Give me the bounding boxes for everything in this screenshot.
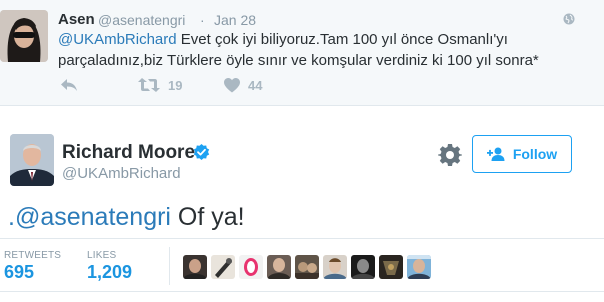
follow-button[interactable]: Follow xyxy=(472,135,572,173)
liker-avatar[interactable] xyxy=(239,255,263,279)
reply-tweet-text: @UKAmbRichard Evet çok iyi biliyoruz.Tam… xyxy=(58,29,598,71)
retweets-value[interactable]: 695 xyxy=(4,262,34,283)
verified-badge-icon xyxy=(193,144,210,160)
reply-icon xyxy=(61,79,77,91)
stats-divider-top xyxy=(0,238,604,239)
avatar-photo xyxy=(267,258,291,279)
follow-button-label: Follow xyxy=(512,146,558,162)
avatar-photo xyxy=(351,259,375,279)
avatar-photo xyxy=(183,259,207,279)
main-author-name[interactable]: Richard Moore xyxy=(62,142,195,164)
retweet-count: 19 xyxy=(168,77,183,93)
avatar-photo xyxy=(295,262,319,279)
liker-avatar[interactable] xyxy=(211,255,235,279)
reply-text-line2: parçaladınız,biz Türklere öyle sınır ve … xyxy=(58,52,539,69)
stats-divider-bottom xyxy=(0,291,604,292)
main-author-handle[interactable]: @UKAmbRichard xyxy=(62,165,181,182)
main-tweet-text: .@asenatengri Of ya! xyxy=(8,203,245,232)
globe-icon[interactable] xyxy=(563,13,575,25)
retweet-icon xyxy=(138,78,160,92)
reply-tweet[interactable]: Asen @asenatengri · Jan 28 @UKAmbRichard… xyxy=(0,0,604,106)
main-mention-link[interactable]: .@asenatengri xyxy=(8,203,171,231)
liker-avatar[interactable] xyxy=(351,255,375,279)
liker-avatar[interactable] xyxy=(183,255,207,279)
main-avatar[interactable] xyxy=(10,134,54,186)
liker-avatar[interactable] xyxy=(267,255,291,279)
stats-separator xyxy=(169,247,170,285)
likes-value[interactable]: 1,209 xyxy=(87,262,132,283)
liker-avatar[interactable] xyxy=(379,255,403,279)
likes-label[interactable]: LIKES xyxy=(87,250,116,261)
liker-avatar[interactable] xyxy=(407,255,431,279)
avatar-photo xyxy=(10,134,54,186)
avatar-photo xyxy=(323,258,347,279)
gear-icon[interactable] xyxy=(438,143,462,167)
reply-author-name[interactable]: Asen xyxy=(58,11,95,28)
retweets-label[interactable]: RETWEETS xyxy=(4,250,61,261)
avatar-photo xyxy=(383,261,399,275)
reply-separator: · xyxy=(200,12,205,28)
like-button[interactable]: 44 xyxy=(224,75,262,95)
reply-text-line1: Evet çok iyi biliyoruz.Tam 100 yıl önce … xyxy=(176,31,508,48)
follow-person-icon xyxy=(486,147,505,161)
avatar-photo xyxy=(244,258,258,276)
avatar-photo xyxy=(0,10,48,62)
retweet-button[interactable]: 19 xyxy=(138,75,182,95)
reply-avatar[interactable] xyxy=(0,10,48,62)
heart-icon xyxy=(224,77,240,92)
liker-avatar[interactable] xyxy=(323,255,347,279)
liker-avatar[interactable] xyxy=(295,255,319,279)
reply-mention-link[interactable]: @UKAmbRichard xyxy=(58,31,177,48)
reply-author-handle[interactable]: @asenatengri xyxy=(98,12,185,28)
like-count: 44 xyxy=(248,77,263,93)
avatar-photo xyxy=(215,258,232,278)
avatar-photo xyxy=(407,255,431,279)
reply-timestamp[interactable]: Jan 28 xyxy=(214,12,256,28)
reply-button[interactable] xyxy=(60,75,78,95)
main-text-body: Of ya! xyxy=(170,203,245,231)
